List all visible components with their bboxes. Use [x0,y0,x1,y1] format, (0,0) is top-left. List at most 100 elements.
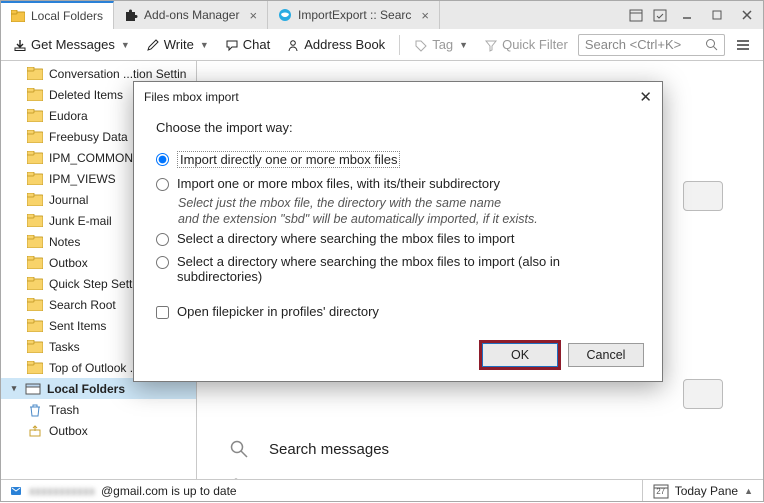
background-button[interactable] [683,379,723,409]
folder-icon [27,319,43,333]
radio-import-direct[interactable] [156,153,169,166]
maximize-button[interactable] [703,4,731,26]
mbox-import-dialog: Files mbox import ✕ Choose the import wa… [133,81,663,382]
search-placeholder: Search <Ctrl+K> [585,37,681,52]
folder-icon [27,277,43,291]
folder-icon [27,214,43,228]
app-menu-button[interactable] [729,33,757,57]
label: Chat [243,37,270,52]
radio-select-dir[interactable] [156,233,169,246]
folder-icon [27,88,43,102]
tree-item-label: Local Folders [47,382,125,396]
label: Import directly one or more mbox files [177,151,400,168]
folder-icon [27,235,43,249]
label: Address Book [304,37,385,52]
checkbox[interactable] [156,306,169,319]
ok-button[interactable]: OK [482,343,558,367]
label: Open filepicker in profiles' directory [177,304,379,319]
tree-item-label: Outbox [49,256,88,270]
option-import-direct[interactable]: Import directly one or more mbox files [156,147,640,172]
label: Write [164,37,194,52]
window-close-button[interactable] [733,4,761,26]
calendar-icon[interactable] [625,4,647,26]
folder-icon [27,340,43,354]
search-icon [227,437,251,461]
tree-item-label: Outbox [49,424,88,438]
option-select-dir-recursive[interactable]: Select a directory where searching the m… [156,250,640,288]
tab-addons-manager[interactable]: Add-ons Manager × [114,1,268,29]
tree-item-label: IPM_VIEWS [49,172,116,186]
folder-icon [27,298,43,312]
chevron-down-icon[interactable]: ▼ [121,40,130,50]
tree-item[interactable]: Trash [1,399,196,420]
radio-import-with-subdir[interactable] [156,178,169,191]
download-icon [13,38,27,52]
status-text: @gmail.com is up to date [101,484,237,498]
chevron-down-icon[interactable]: ▼ [200,40,209,50]
chevron-down-icon: ▼ [459,40,468,50]
folder-icon [27,130,43,144]
tag-button[interactable]: Tag ▼ [408,34,474,55]
tab-label: ImportExport :: Searc [298,8,411,22]
tree-item-label: Deleted Items [49,88,123,102]
thunderbird-icon [278,8,292,22]
search-icon [705,38,718,51]
twisty-icon[interactable]: ▾ [9,383,19,394]
puzzle-icon [124,8,138,22]
tag-icon [414,38,428,52]
quick-filter-button[interactable]: Quick Filter [478,34,574,55]
dialog-lead: Choose the import way: [156,120,640,135]
folder-icon [27,172,43,186]
write-button[interactable]: Write ▼ [140,34,215,55]
radio-select-dir-recursive[interactable] [156,256,169,269]
local-folders-icon [25,382,41,396]
tree-item-label: Journal [49,193,88,207]
tab-local-folders[interactable]: Local Folders [1,1,114,29]
close-icon[interactable]: × [249,8,257,23]
today-pane-toggle[interactable]: 27 Today Pane ▲ [642,480,763,501]
tab-label: Add-ons Manager [144,8,239,22]
dialog-close-button[interactable]: ✕ [639,88,652,106]
dialog-title: Files mbox import [144,90,239,104]
tab-label: Local Folders [31,9,103,23]
tree-item-label: IPM_COMMON [49,151,133,165]
close-icon[interactable]: × [421,8,429,23]
folder-icon [27,151,43,165]
label: Search messages [269,441,389,458]
trash-icon [27,403,43,417]
chat-button[interactable]: Chat [219,34,276,55]
background-button[interactable] [683,181,723,211]
tree-item-label: Quick Step Settin [49,277,142,291]
tree-item-label: Freebusy Data [49,130,128,144]
folder-icon [27,256,43,270]
get-messages-button[interactable]: Get Messages ▼ [7,34,136,55]
chevron-up-icon: ▲ [744,486,753,496]
label: Get Messages [31,37,115,52]
tree-item-label: Conversation ...tion Settin [49,67,186,81]
status-bar: xxxxxxxxxxx@gmail.com is up to date 27 T… [1,479,763,501]
label: Today Pane [675,484,738,498]
tree-item[interactable]: Outbox [1,420,196,441]
tree-item-label: Trash [49,403,79,417]
label: Select a directory where searching the m… [177,231,514,246]
tab-importexport-search[interactable]: ImportExport :: Searc × [268,1,440,29]
label: Select a directory where searching the m… [177,254,640,284]
address-book-button[interactable]: Address Book [280,34,391,55]
option-select-dir[interactable]: Select a directory where searching the m… [156,227,640,250]
sync-icon [9,484,23,498]
calendar-day-icon: 27 [653,483,669,499]
folder-icon [27,109,43,123]
global-search-input[interactable]: Search <Ctrl+K> [578,34,725,56]
cancel-button[interactable]: Cancel [568,343,644,367]
option-import-with-subdir[interactable]: Import one or more mbox files, with its/… [156,172,640,195]
minimize-button[interactable] [673,4,701,26]
tree-item-label: Top of Outlook ... [49,361,140,375]
title-tab-bar: Local Folders Add-ons Manager × ImportEx… [1,1,763,29]
pencil-icon [146,38,160,52]
tree-item-label: Notes [49,235,80,249]
tasks-icon[interactable] [649,4,671,26]
action-search-messages[interactable]: Search messages [227,431,733,467]
separator [399,35,400,55]
tree-item-label: Eudora [49,109,88,123]
checkbox-open-in-profiles[interactable]: Open filepicker in profiles' directory [156,300,640,323]
